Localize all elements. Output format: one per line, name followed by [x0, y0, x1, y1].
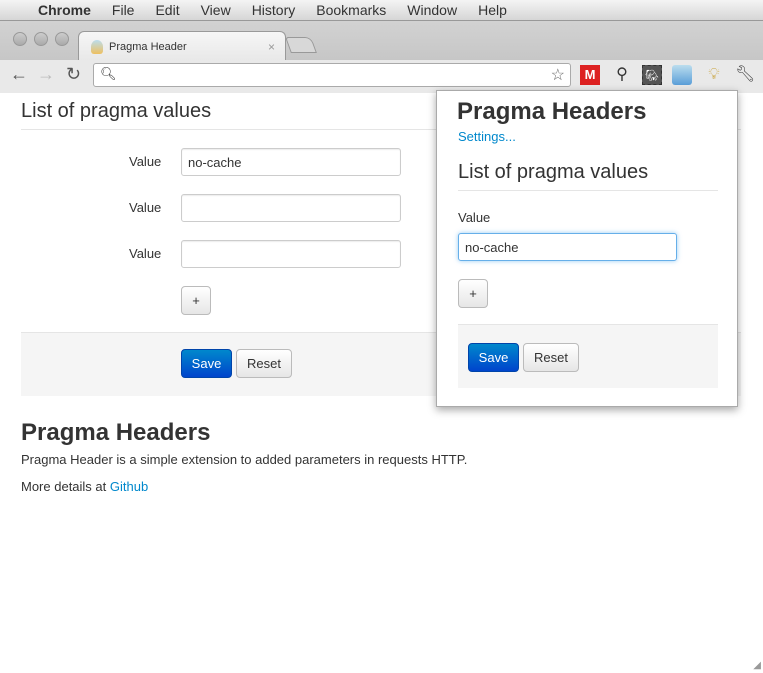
save-button[interactable]: Save	[181, 349, 232, 378]
menu-app-chrome[interactable]: Chrome	[38, 2, 91, 18]
resize-grip-icon[interactable]: ◢	[753, 660, 761, 671]
value-label: Value	[129, 246, 162, 261]
screenshot-extension-icon[interactable]	[672, 65, 692, 85]
menu-view[interactable]: View	[201, 2, 231, 18]
close-window-button[interactable]	[13, 32, 27, 46]
add-value-button[interactable]: +	[181, 286, 211, 315]
value-label: Value	[129, 200, 162, 215]
value-input-1[interactable]: no-cache	[181, 148, 401, 176]
omnibox[interactable]: 🔍︎ ☆	[93, 63, 571, 87]
value-label: Value	[129, 154, 162, 169]
popup-save-button[interactable]: Save	[468, 343, 519, 372]
popup-add-value-button[interactable]: +	[458, 279, 488, 308]
lightbulb-favicon-icon	[91, 39, 103, 54]
back-arrow-icon[interactable]: ←	[10, 64, 28, 85]
section-title: List of pragma values	[21, 100, 212, 122]
about-title: Pragma Headers	[21, 419, 211, 446]
lamp-extension-icon[interactable]: ⚲	[612, 65, 632, 85]
menu-edit[interactable]: Edit	[155, 2, 179, 18]
wrench-menu-icon[interactable]: 🔧︎	[735, 65, 755, 85]
value-input-3[interactable]	[181, 240, 401, 268]
mac-menubar: Chrome File Edit View History Bookmarks …	[0, 0, 763, 21]
divider	[458, 190, 718, 191]
forward-arrow-icon[interactable]: →	[37, 64, 55, 85]
pragma-lightbulb-extension-icon[interactable]: 💡︎	[704, 65, 724, 85]
popup-reset-button[interactable]: Reset	[523, 343, 579, 372]
menu-window[interactable]: Window	[407, 2, 457, 18]
search-icon: 🔍︎	[100, 66, 117, 81]
more-details: More details at Github	[21, 479, 148, 494]
reset-button[interactable]: Reset	[236, 349, 292, 378]
menu-history[interactable]: History	[252, 2, 296, 18]
zoom-window-button[interactable]	[55, 32, 69, 46]
github-link[interactable]: Github	[110, 479, 148, 494]
popup-value-label: Value	[458, 210, 491, 225]
value-input-2[interactable]	[181, 194, 401, 222]
popup-value-input[interactable]: no-cache	[458, 233, 677, 261]
reload-icon[interactable]: ↻	[66, 64, 81, 85]
evernote-extension-icon[interactable]: 🐘︎	[642, 65, 662, 85]
popup-title: Pragma Headers	[457, 98, 647, 125]
gmail-extension-icon[interactable]: M	[580, 65, 600, 85]
about-text: Pragma Header is a simple extension to a…	[21, 452, 468, 467]
menu-file[interactable]: File	[112, 2, 135, 18]
menu-bookmarks[interactable]: Bookmarks	[316, 2, 386, 18]
minimize-window-button[interactable]	[34, 32, 48, 46]
bookmark-star-icon[interactable]: ☆	[551, 65, 565, 85]
tab-close-icon[interactable]: ×	[268, 40, 275, 54]
browser-tab[interactable]: Pragma Header ×	[78, 31, 286, 61]
extension-popup: Pragma Headers Settings... List of pragm…	[436, 90, 738, 407]
popup-section-title: List of pragma values	[458, 161, 649, 183]
tab-title: Pragma Header	[109, 40, 187, 53]
more-prefix: More details at	[21, 479, 110, 494]
menu-help[interactable]: Help	[478, 2, 507, 18]
settings-link[interactable]: Settings...	[458, 129, 516, 144]
